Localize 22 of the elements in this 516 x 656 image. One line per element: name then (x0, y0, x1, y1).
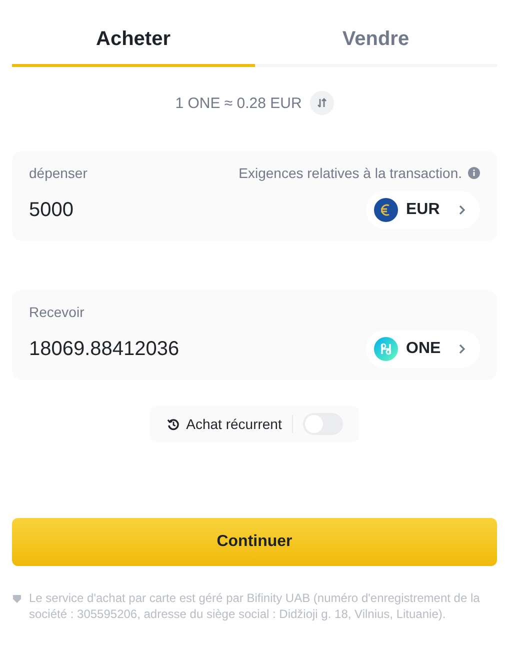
exchange-rate: 1 ONE ≈ 0.28 EUR (175, 94, 302, 112)
tab[interactable]: Acheter (12, 24, 254, 67)
amount-field[interactable]: 18069.88412036 (29, 338, 279, 360)
currency-selector[interactable]: EUR (366, 191, 480, 229)
amount-field[interactable]: 5000 (29, 198, 279, 222)
euro-coin-icon (374, 198, 398, 222)
recurring-icon (167, 418, 180, 430)
field-label: Recevoir (29, 304, 84, 320)
chevron-icon (458, 205, 466, 215)
footer-notice: Le service d'achat par carte est géré par Bifinity UAB (numéro d'enregistrement de la société : 305595206, adresse du siège social : Didžioji g. 18, Vilnius, Lituanie). (29, 590, 481, 622)
info-icon[interactable] (468, 167, 480, 179)
coin-icon (374, 337, 398, 361)
swap-button[interactable] (310, 91, 334, 115)
swap-icon (316, 98, 327, 108)
recurring-label: Achat récurrent (186, 416, 282, 432)
chevron-icon (458, 344, 466, 354)
currency-selector[interactable]: ONE (366, 330, 480, 368)
continue-button[interactable]: Continuer (12, 518, 497, 566)
shield-icon (13, 594, 21, 603)
tab[interactable]: Vendre (254, 24, 497, 67)
field-label: dépenser (29, 165, 88, 181)
requirements-text: Exigences relatives à la transaction. (238, 165, 462, 181)
